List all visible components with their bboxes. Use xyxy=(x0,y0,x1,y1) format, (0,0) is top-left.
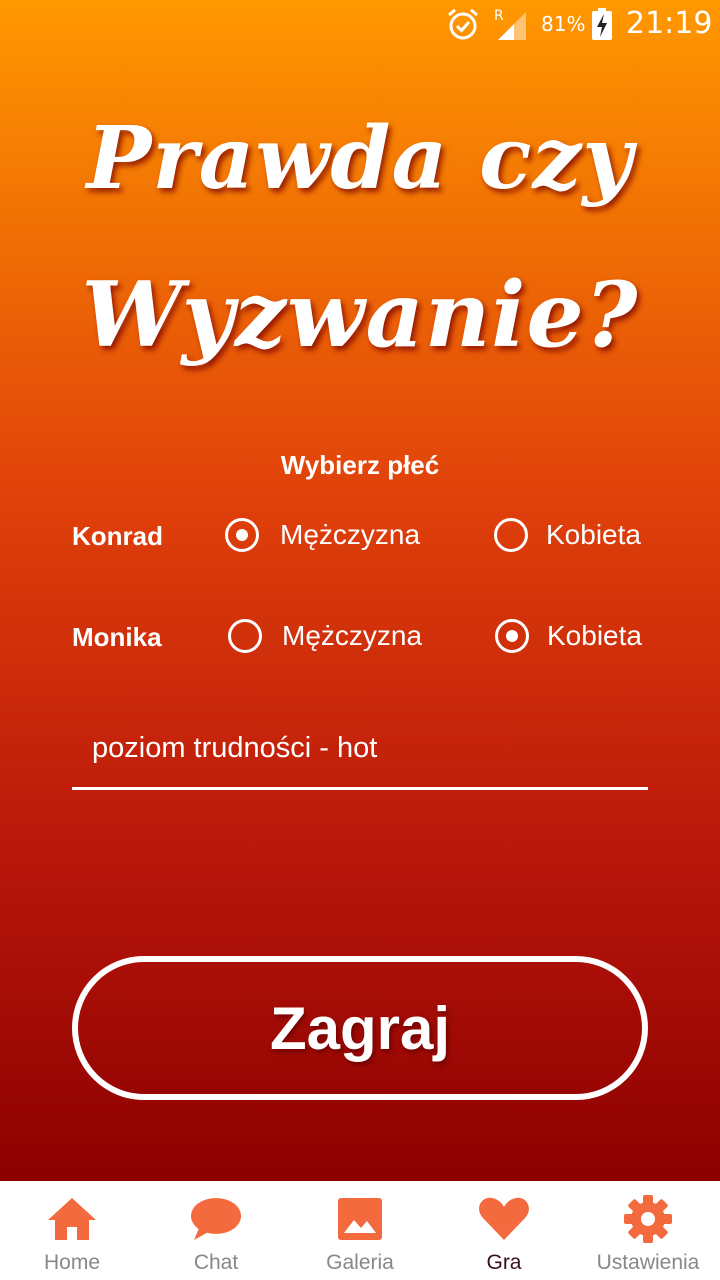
nav-label-game: Gra xyxy=(486,1251,522,1274)
battery-percent: 81% xyxy=(541,12,586,36)
play-button-label: Zagraj xyxy=(269,994,451,1062)
difficulty-value: poziom trudności - hot xyxy=(92,732,378,764)
player-name-konrad: Konrad xyxy=(72,521,163,551)
nav-item-home[interactable]: Home xyxy=(0,1181,144,1280)
svg-text:R: R xyxy=(494,8,504,24)
battery-charging-icon xyxy=(591,8,613,44)
game-screen: R 81% 21:19 Prawda czy Wyzwanie? Wybierz… xyxy=(0,0,720,1181)
gender-heading: Wybierz płeć xyxy=(280,450,440,480)
home-icon xyxy=(46,1193,98,1245)
radio-konrad-female[interactable] xyxy=(494,518,528,552)
clock: 21:19 xyxy=(626,6,713,41)
nav-item-gallery[interactable]: Galeria xyxy=(288,1181,432,1280)
radio-label-konrad-male[interactable]: Mężczyzna xyxy=(280,519,420,551)
nav-item-settings[interactable]: Ustawienia xyxy=(576,1181,720,1280)
radio-label-konrad-female[interactable]: Kobieta xyxy=(546,519,641,551)
gallery-icon xyxy=(336,1193,384,1245)
gear-icon xyxy=(623,1193,673,1245)
alarm-icon xyxy=(446,7,480,45)
chat-icon xyxy=(190,1193,242,1245)
radio-monika-female[interactable] xyxy=(495,619,529,653)
status-bar: R 81% 21:19 xyxy=(0,0,720,50)
nav-label-settings: Ustawienia xyxy=(596,1251,700,1274)
radio-monika-male[interactable] xyxy=(228,619,262,653)
nav-label-home: Home xyxy=(43,1251,101,1274)
signal-icon: R xyxy=(494,6,530,46)
player-name-monika: Monika xyxy=(72,622,162,652)
nav-item-game[interactable]: Gra xyxy=(432,1181,576,1280)
radio-konrad-male[interactable] xyxy=(225,518,259,552)
nav-item-chat[interactable]: Chat xyxy=(144,1181,288,1280)
bottom-navigation: Home Chat Galeria Gra Ustawienia xyxy=(0,1181,720,1280)
radio-label-monika-male[interactable]: Mężczyzna xyxy=(282,620,422,652)
nav-label-gallery: Galeria xyxy=(326,1251,394,1274)
radio-label-monika-female[interactable]: Kobieta xyxy=(547,620,642,652)
play-button[interactable]: Zagraj xyxy=(72,956,648,1100)
heart-icon xyxy=(478,1193,530,1245)
nav-label-chat: Chat xyxy=(193,1251,239,1274)
title-line-2: Wyzwanie? xyxy=(81,262,639,368)
title-line-1: Prawda czy xyxy=(86,108,634,209)
difficulty-selector[interactable]: poziom trudności - hot xyxy=(72,720,648,790)
